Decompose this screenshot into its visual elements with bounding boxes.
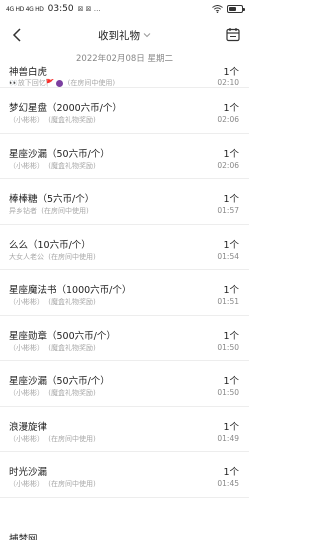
gift-ball-icon (56, 79, 64, 87)
battery-icon (227, 5, 245, 13)
gift-count: 1个 (223, 421, 239, 433)
gift-sender: （小彬彬） (魔盒礼物奖励) (9, 343, 96, 353)
gift-sender: （小彬彬） (在房间中使用) (9, 434, 96, 444)
list-item[interactable]: 神兽白虎 👀放下回忆🚩 (在房间中使用) 1个 02:10 (0, 60, 249, 88)
gift-time: 01:50 (217, 342, 239, 352)
list-item[interactable]: 浪漫旋律 （小彬彬） (在房间中使用) 1个 01:49 (0, 407, 249, 452)
gift-count: 1个 (223, 239, 239, 251)
sender-name: 大女人老公 (9, 252, 44, 261)
gift-time: 01:57 (217, 206, 239, 215)
sender-name: 异乡钻者 (9, 207, 37, 215)
gift-name: 时光沙漏 (9, 467, 48, 478)
list-item[interactable]: 星座沙漏（50六币/个） （小彬彬） (魔盒礼物奖励) 1个 01:50 (0, 361, 249, 407)
sender-name: （小彬彬） (9, 298, 44, 306)
gift-usage: (魔盒礼物奖励) (48, 116, 96, 124)
sender-name: 👀放下回忆🚩 (9, 79, 55, 87)
sender-name: （小彬彬） (9, 116, 44, 124)
gift-time: 02:06 (217, 160, 239, 170)
gift-usage: (在房间中使用) (41, 207, 89, 215)
sender-name: （小彬彬） (9, 389, 44, 397)
gift-sender: 异乡钻者 (在房间中使用) (9, 206, 89, 216)
gift-name: 星座魔法书（1000六币/个） (9, 285, 132, 296)
gift-count: 1个 (223, 148, 239, 160)
sender-name: （小彬彬） (9, 480, 44, 488)
notification-icons: ⊠ ⊠ … (77, 5, 101, 13)
gift-usage: (在房间中使用) (48, 434, 96, 443)
gift-sender: （小彬彬） (在房间中使用) (9, 479, 96, 489)
list-item[interactable]: 星座勋章（500六币/个） （小彬彬） (魔盒礼物奖励) 1个 01:50 (0, 316, 249, 361)
gift-name: 星座沙漏（50六币/个） (9, 376, 110, 387)
status-time: 03:50 (47, 4, 74, 14)
gift-name: 神兽白虎 (9, 67, 48, 78)
gift-usage: (在房间中使用) (67, 79, 116, 87)
gift-usage: (在房间中使用) (48, 480, 96, 488)
gift-time: 01:45 (217, 479, 239, 488)
list-item[interactable]: 星座魔法书（1000六币/个） （小彬彬） (魔盒礼物奖励) 1个 01:51 (0, 270, 249, 316)
gift-time: 01:54 (217, 251, 239, 261)
gift-name: 棒棒糖（5六币/个） (9, 194, 95, 205)
gift-count: 1个 (223, 376, 239, 387)
sender-name: （小彬彬） (9, 161, 44, 170)
gift-sender: （小彬彬） (魔盒礼物奖励) (9, 388, 96, 398)
gift-time: 01:49 (217, 433, 239, 443)
gift-usage: (魔盒礼物奖励) (48, 161, 96, 170)
list-item[interactable]: 梦幻星盘（2000六币/个） （小彬彬） (魔盒礼物奖励) 1个 02:06 (0, 88, 249, 134)
gift-count: 1个 (223, 330, 239, 342)
gift-count: 1个 (223, 103, 239, 114)
gift-sender: 大女人老公 (在房间中使用) (9, 252, 96, 262)
page-title: 收到礼物 (98, 29, 140, 42)
gift-usage: (魔盒礼物奖励) (48, 389, 96, 397)
status-bar: 4G HD 4G HD 03:50 ⊠ ⊠ … (0, 0, 249, 18)
gift-time: 01:51 (217, 297, 239, 306)
sender-name: （小彬彬） (9, 343, 44, 352)
chevron-down-icon (143, 33, 151, 38)
gift-count: 1个 (223, 467, 239, 478)
gift-sender: 👀放下回忆🚩 (在房间中使用) (9, 78, 115, 88)
sender-name: （小彬彬） (9, 434, 44, 443)
nav-bar: 收到礼物 (0, 22, 249, 48)
battery-level (229, 7, 237, 11)
gift-usage: (在房间中使用) (48, 252, 96, 261)
gift-usage: (魔盒礼物奖励) (48, 343, 96, 352)
gift-sender: （小彬彬） (魔盒礼物奖励) (9, 115, 96, 125)
gift-time: 02:10 (217, 78, 239, 87)
gift-name: 梦幻星盘（2000六币/个） (9, 103, 122, 114)
network-indicator: 4G HD 4G HD (6, 5, 44, 13)
list-item[interactable]: 么么（10六币/个） 大女人老公 (在房间中使用) 1个 01:54 (0, 225, 249, 270)
gift-name: 么么（10六币/个） (9, 239, 91, 251)
gift-count: 1个 (223, 194, 239, 205)
calendar-icon[interactable] (226, 27, 240, 42)
list-item[interactable]: 时光沙漏 （小彬彬） (在房间中使用) 1个 01:45 (0, 452, 249, 498)
gift-name: 星座勋章（500六币/个） (9, 330, 116, 342)
gift-name: 星座沙漏（50六币/个） (9, 148, 110, 160)
gift-time: 02:06 (217, 115, 239, 124)
list-item[interactable]: 星座沙漏（50六币/个） （小彬彬） (魔盒礼物奖励) 1个 02:06 (0, 134, 249, 179)
gift-sender: （小彬彬） (魔盒礼物奖励) (9, 297, 96, 307)
partial-list-item[interactable]: 捕梦网 (9, 531, 38, 540)
gift-list: 神兽白虎 👀放下回忆🚩 (在房间中使用) 1个 02:10 梦幻星盘（2000六… (0, 60, 249, 498)
wifi-icon (212, 5, 223, 13)
gift-name: 浪漫旋律 (9, 421, 48, 433)
list-item[interactable]: 棒棒糖（5六币/个） 异乡钻者 (在房间中使用) 1个 01:57 (0, 179, 249, 225)
back-arrow-icon[interactable] (10, 27, 24, 43)
gift-count: 1个 (223, 285, 239, 296)
gift-count: 1个 (223, 67, 239, 78)
gift-usage: (魔盒礼物奖励) (48, 298, 96, 306)
title-dropdown[interactable]: 收到礼物 (98, 28, 151, 43)
gift-time: 01:50 (217, 388, 239, 397)
gift-sender: （小彬彬） (魔盒礼物奖励) (9, 161, 96, 171)
